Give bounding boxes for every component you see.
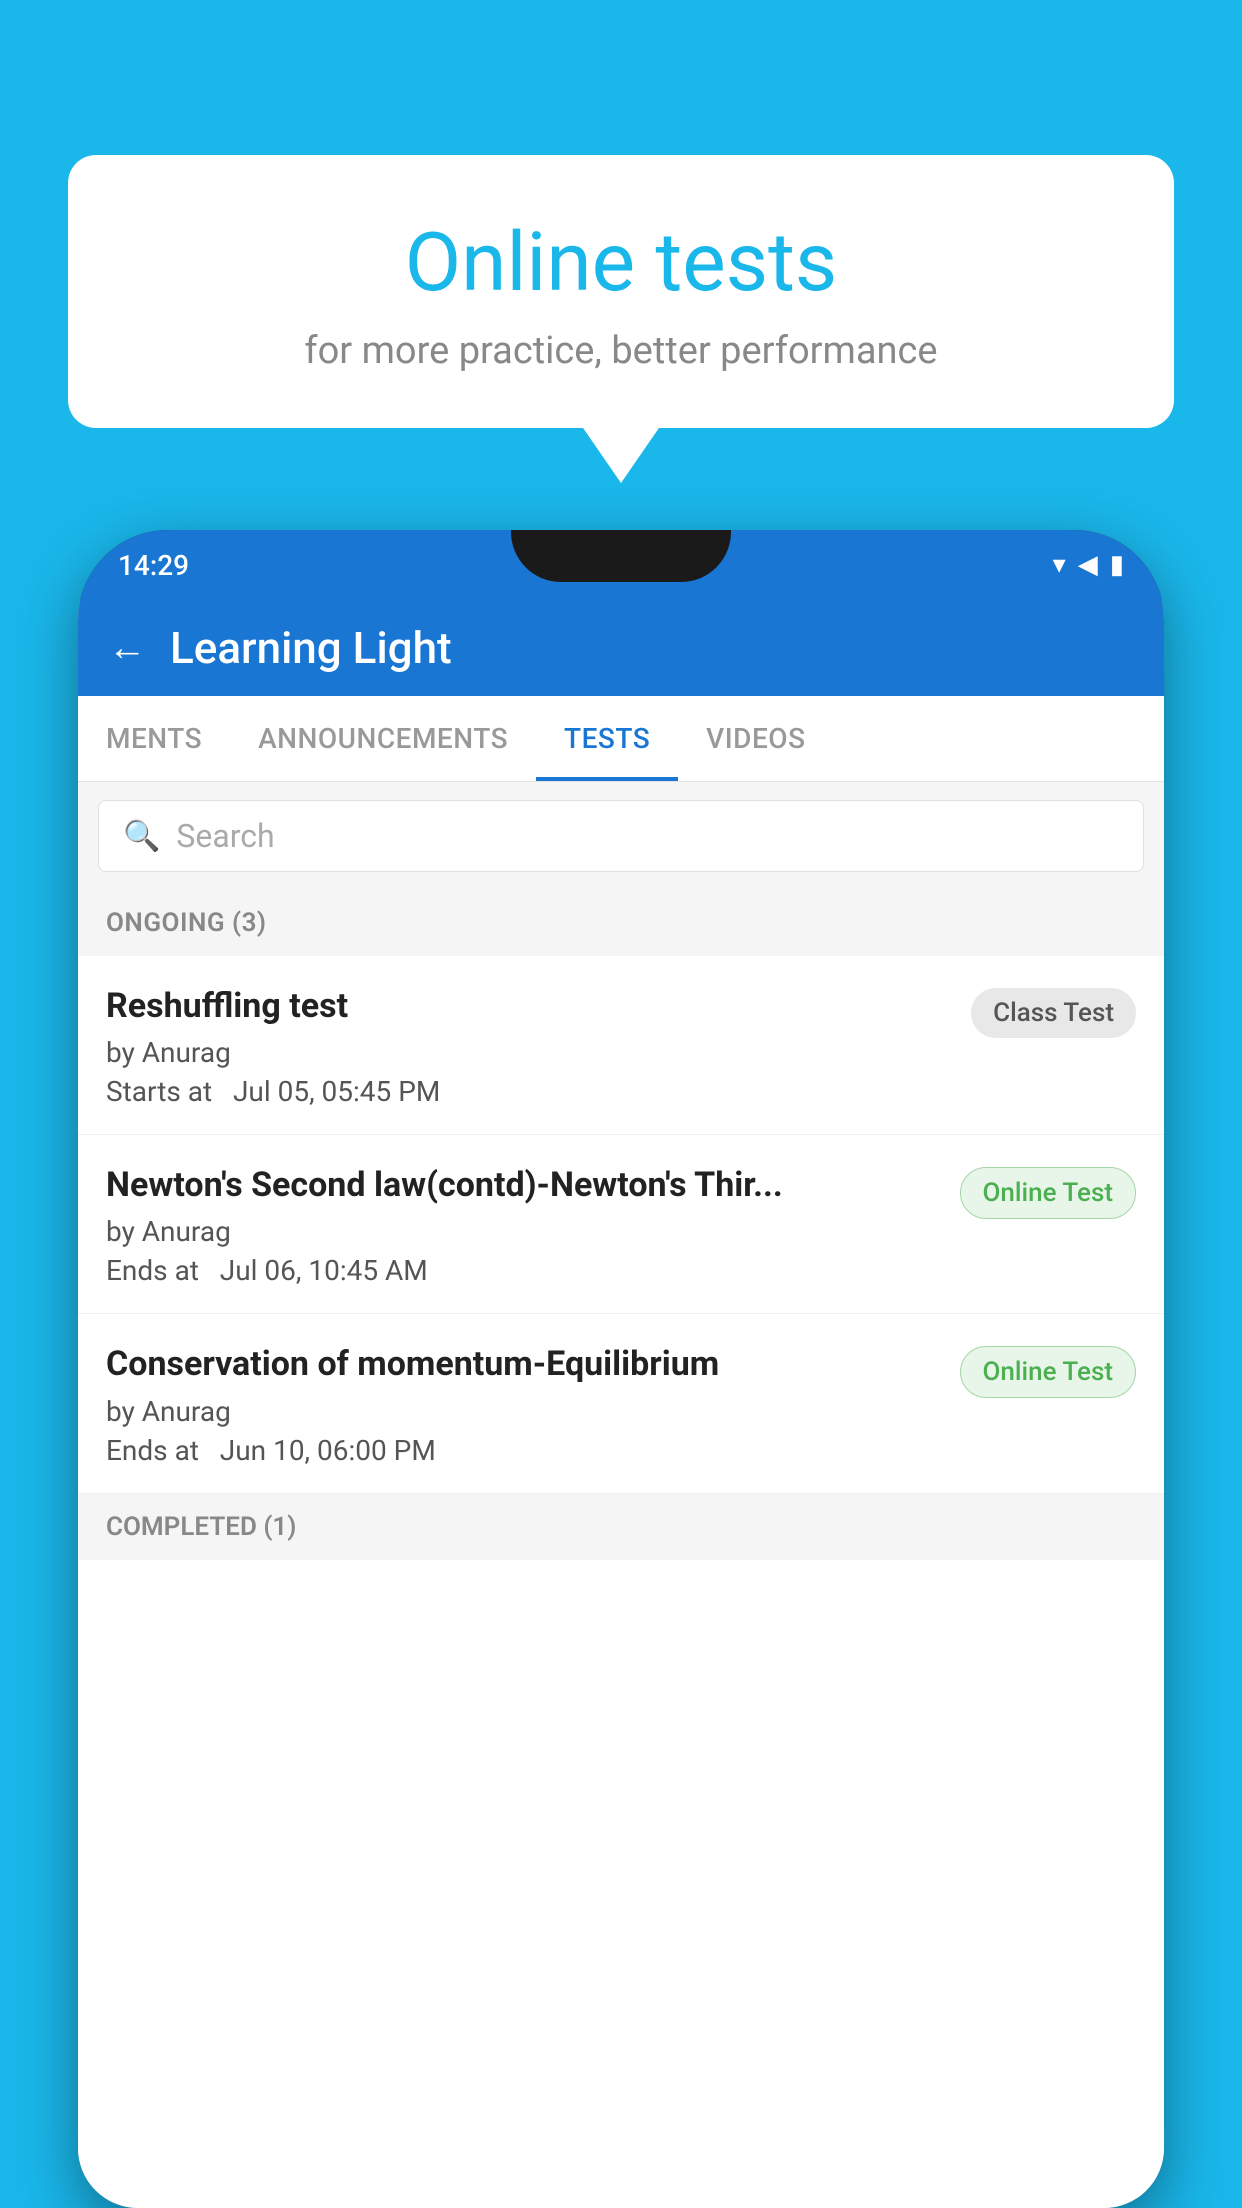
signal-icon: ◀ — [1078, 550, 1098, 580]
ongoing-section-header: ONGOING (3) — [78, 890, 1164, 956]
status-time: 14:29 — [118, 549, 189, 582]
test-name-3: Conservation of momentum-Equilibrium — [106, 1342, 940, 1386]
bubble-subtitle: for more practice, better performance — [118, 329, 1124, 373]
phone-frame: 14:29 ▾ ◀ ▮ ← Learning Light MENTS ANNOU… — [78, 530, 1164, 2208]
search-icon: 🔍 — [123, 819, 160, 854]
status-icons: ▾ ◀ ▮ — [1053, 550, 1124, 580]
tab-tests[interactable]: TESTS — [536, 696, 678, 781]
battery-icon: ▮ — [1110, 550, 1124, 580]
tab-announcements[interactable]: ANNOUNCEMENTS — [230, 696, 536, 781]
app-screen: ← Learning Light MENTS ANNOUNCEMENTS TES… — [78, 600, 1164, 2208]
test-name-1: Reshuffling test — [106, 984, 951, 1028]
tabs-bar: MENTS ANNOUNCEMENTS TESTS VIDEOS — [78, 696, 1164, 782]
test-list: Reshuffling test by Anurag Starts at Jul… — [78, 956, 1164, 2208]
back-button[interactable]: ← — [108, 629, 146, 667]
test-badge-3: Online Test — [960, 1346, 1137, 1398]
completed-section-header: COMPLETED (1) — [78, 1494, 1164, 1560]
test-info-1: Reshuffling test by Anurag Starts at Jul… — [106, 984, 951, 1108]
test-name-2: Newton's Second law(contd)-Newton's Thir… — [106, 1163, 940, 1207]
search-input-container[interactable]: 🔍 Search — [98, 800, 1144, 872]
speech-bubble: Online tests for more practice, better p… — [68, 155, 1174, 428]
test-info-2: Newton's Second law(contd)-Newton's Thir… — [106, 1163, 940, 1287]
test-time-2: Ends at Jul 06, 10:45 AM — [106, 1254, 940, 1287]
tab-ments[interactable]: MENTS — [78, 696, 230, 781]
app-header: ← Learning Light — [78, 600, 1164, 696]
test-item-3[interactable]: Conservation of momentum-Equilibrium by … — [78, 1314, 1164, 1493]
bubble-title: Online tests — [118, 215, 1124, 311]
test-time-1: Starts at Jul 05, 05:45 PM — [106, 1075, 951, 1108]
test-item-1[interactable]: Reshuffling test by Anurag Starts at Jul… — [78, 956, 1164, 1135]
app-title: Learning Light — [170, 622, 452, 674]
test-badge-1: Class Test — [971, 988, 1136, 1038]
test-info-3: Conservation of momentum-Equilibrium by … — [106, 1342, 940, 1466]
tab-videos[interactable]: VIDEOS — [678, 696, 833, 781]
test-item-2[interactable]: Newton's Second law(contd)-Newton's Thir… — [78, 1135, 1164, 1314]
test-author-3: by Anurag — [106, 1395, 940, 1428]
status-bar: 14:29 ▾ ◀ ▮ — [78, 530, 1164, 600]
test-badge-2: Online Test — [960, 1167, 1137, 1219]
wifi-icon: ▾ — [1053, 550, 1066, 580]
test-author-2: by Anurag — [106, 1215, 940, 1248]
test-time-3: Ends at Jun 10, 06:00 PM — [106, 1434, 940, 1467]
test-author-1: by Anurag — [106, 1036, 951, 1069]
search-bar: 🔍 Search — [78, 782, 1164, 890]
search-placeholder: Search — [176, 817, 274, 855]
